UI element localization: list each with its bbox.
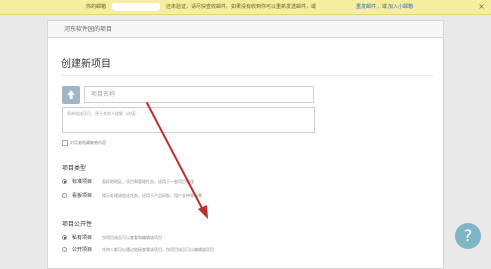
help-icon: ? xyxy=(463,226,473,245)
help-button[interactable]: ? xyxy=(455,223,481,249)
annotation-arrow xyxy=(146,102,208,219)
